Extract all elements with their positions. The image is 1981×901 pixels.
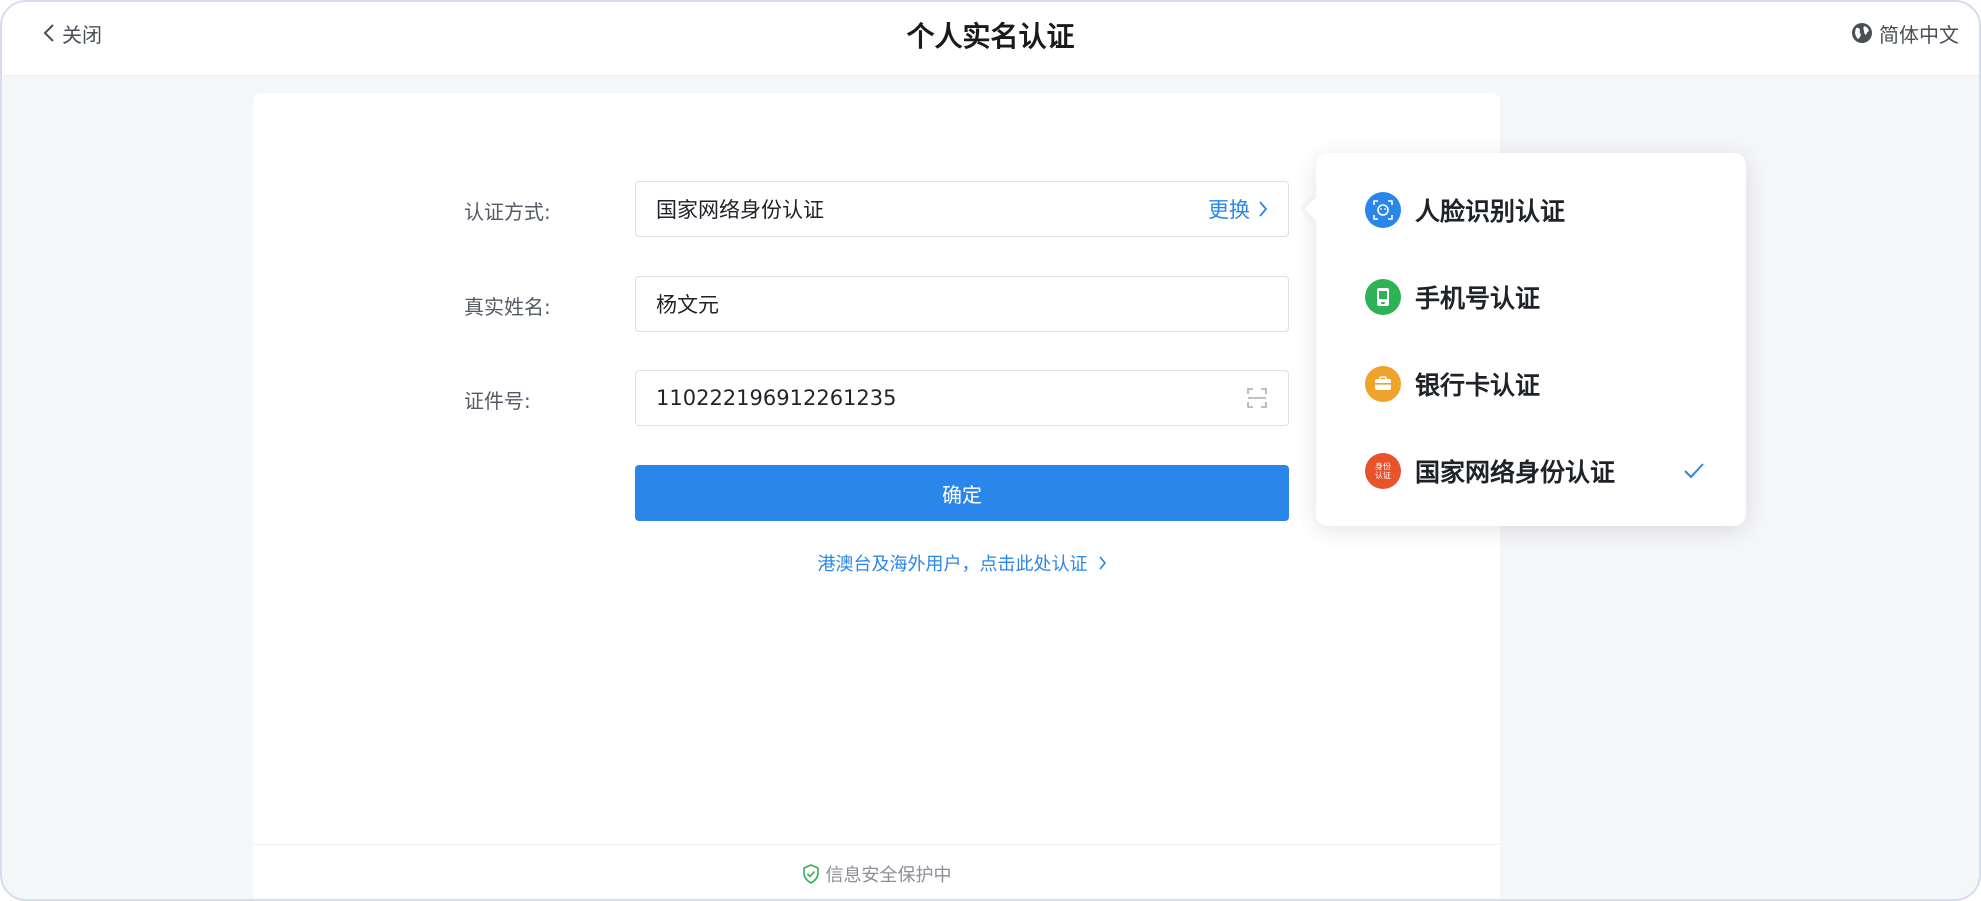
change-label: 更换 bbox=[1208, 198, 1250, 222]
language-label: 简体中文 bbox=[1879, 22, 1959, 47]
method-option-bank-card[interactable]: 银行卡认证 bbox=[1365, 362, 1706, 406]
name-label: 真实姓名: bbox=[464, 295, 551, 319]
header: 关闭 个人实名认证 简体中文 bbox=[2, 2, 1979, 76]
security-footer: 信息安全保护中 bbox=[253, 844, 1500, 899]
method-select[interactable]: 国家网络身份认证 更换 bbox=[635, 181, 1289, 237]
face-recognition-icon bbox=[1365, 192, 1401, 228]
national-id-icon: 身份认证 bbox=[1365, 453, 1401, 489]
option-label: 手机号认证 bbox=[1415, 284, 1541, 313]
chevron-right-icon bbox=[1259, 201, 1268, 217]
change-method-button[interactable]: 更换 bbox=[1208, 194, 1268, 224]
page-title: 个人实名认证 bbox=[906, 20, 1075, 53]
id-number-label: 证件号: bbox=[464, 389, 531, 413]
method-value: 国家网络身份认证 bbox=[656, 198, 824, 222]
check-icon bbox=[1684, 463, 1704, 479]
option-label: 国家网络身份认证 bbox=[1415, 458, 1616, 487]
method-option-national-id[interactable]: 身份认证 国家网络身份认证 bbox=[1365, 449, 1706, 493]
option-label: 银行卡认证 bbox=[1415, 371, 1541, 400]
chevron-right-icon bbox=[1098, 556, 1106, 570]
id-number-value: 110222196912261235 bbox=[656, 386, 897, 410]
national-id-icon-text: 身份认证 bbox=[1375, 462, 1391, 480]
bank-card-icon bbox=[1365, 366, 1401, 402]
overseas-verification-link[interactable]: 港澳台及海外用户，点击此处认证 bbox=[635, 550, 1289, 576]
name-field[interactable]: 杨文元 bbox=[635, 276, 1289, 332]
confirm-button[interactable]: 确定 bbox=[635, 465, 1289, 521]
scan-icon[interactable] bbox=[1246, 387, 1268, 409]
method-option-face[interactable]: 人脸识别认证 bbox=[1365, 188, 1706, 232]
globe-icon bbox=[1852, 23, 1872, 43]
id-number-field[interactable]: 110222196912261235 bbox=[635, 370, 1289, 426]
name-value: 杨文元 bbox=[656, 293, 719, 317]
shield-check-icon bbox=[802, 864, 819, 884]
app-window: 关闭 个人实名认证 简体中文 认证方式: 国家网络身份认证 更换 真实姓名: 杨… bbox=[0, 0, 1981, 901]
method-label: 认证方式: bbox=[464, 200, 551, 224]
security-text: 信息安全保护中 bbox=[825, 865, 952, 886]
method-option-mobile[interactable]: 手机号认证 bbox=[1365, 275, 1706, 319]
mobile-phone-icon bbox=[1365, 279, 1401, 315]
overseas-link-label: 港澳台及海外用户，点击此处认证 bbox=[817, 554, 1088, 575]
option-label: 人脸识别认证 bbox=[1415, 197, 1566, 226]
method-dropdown: 人脸识别认证 手机号认证 银行卡认证 身份认证 国家网络身份认证 bbox=[1304, 153, 1746, 526]
language-switch[interactable]: 简体中文 bbox=[1851, 20, 1959, 47]
